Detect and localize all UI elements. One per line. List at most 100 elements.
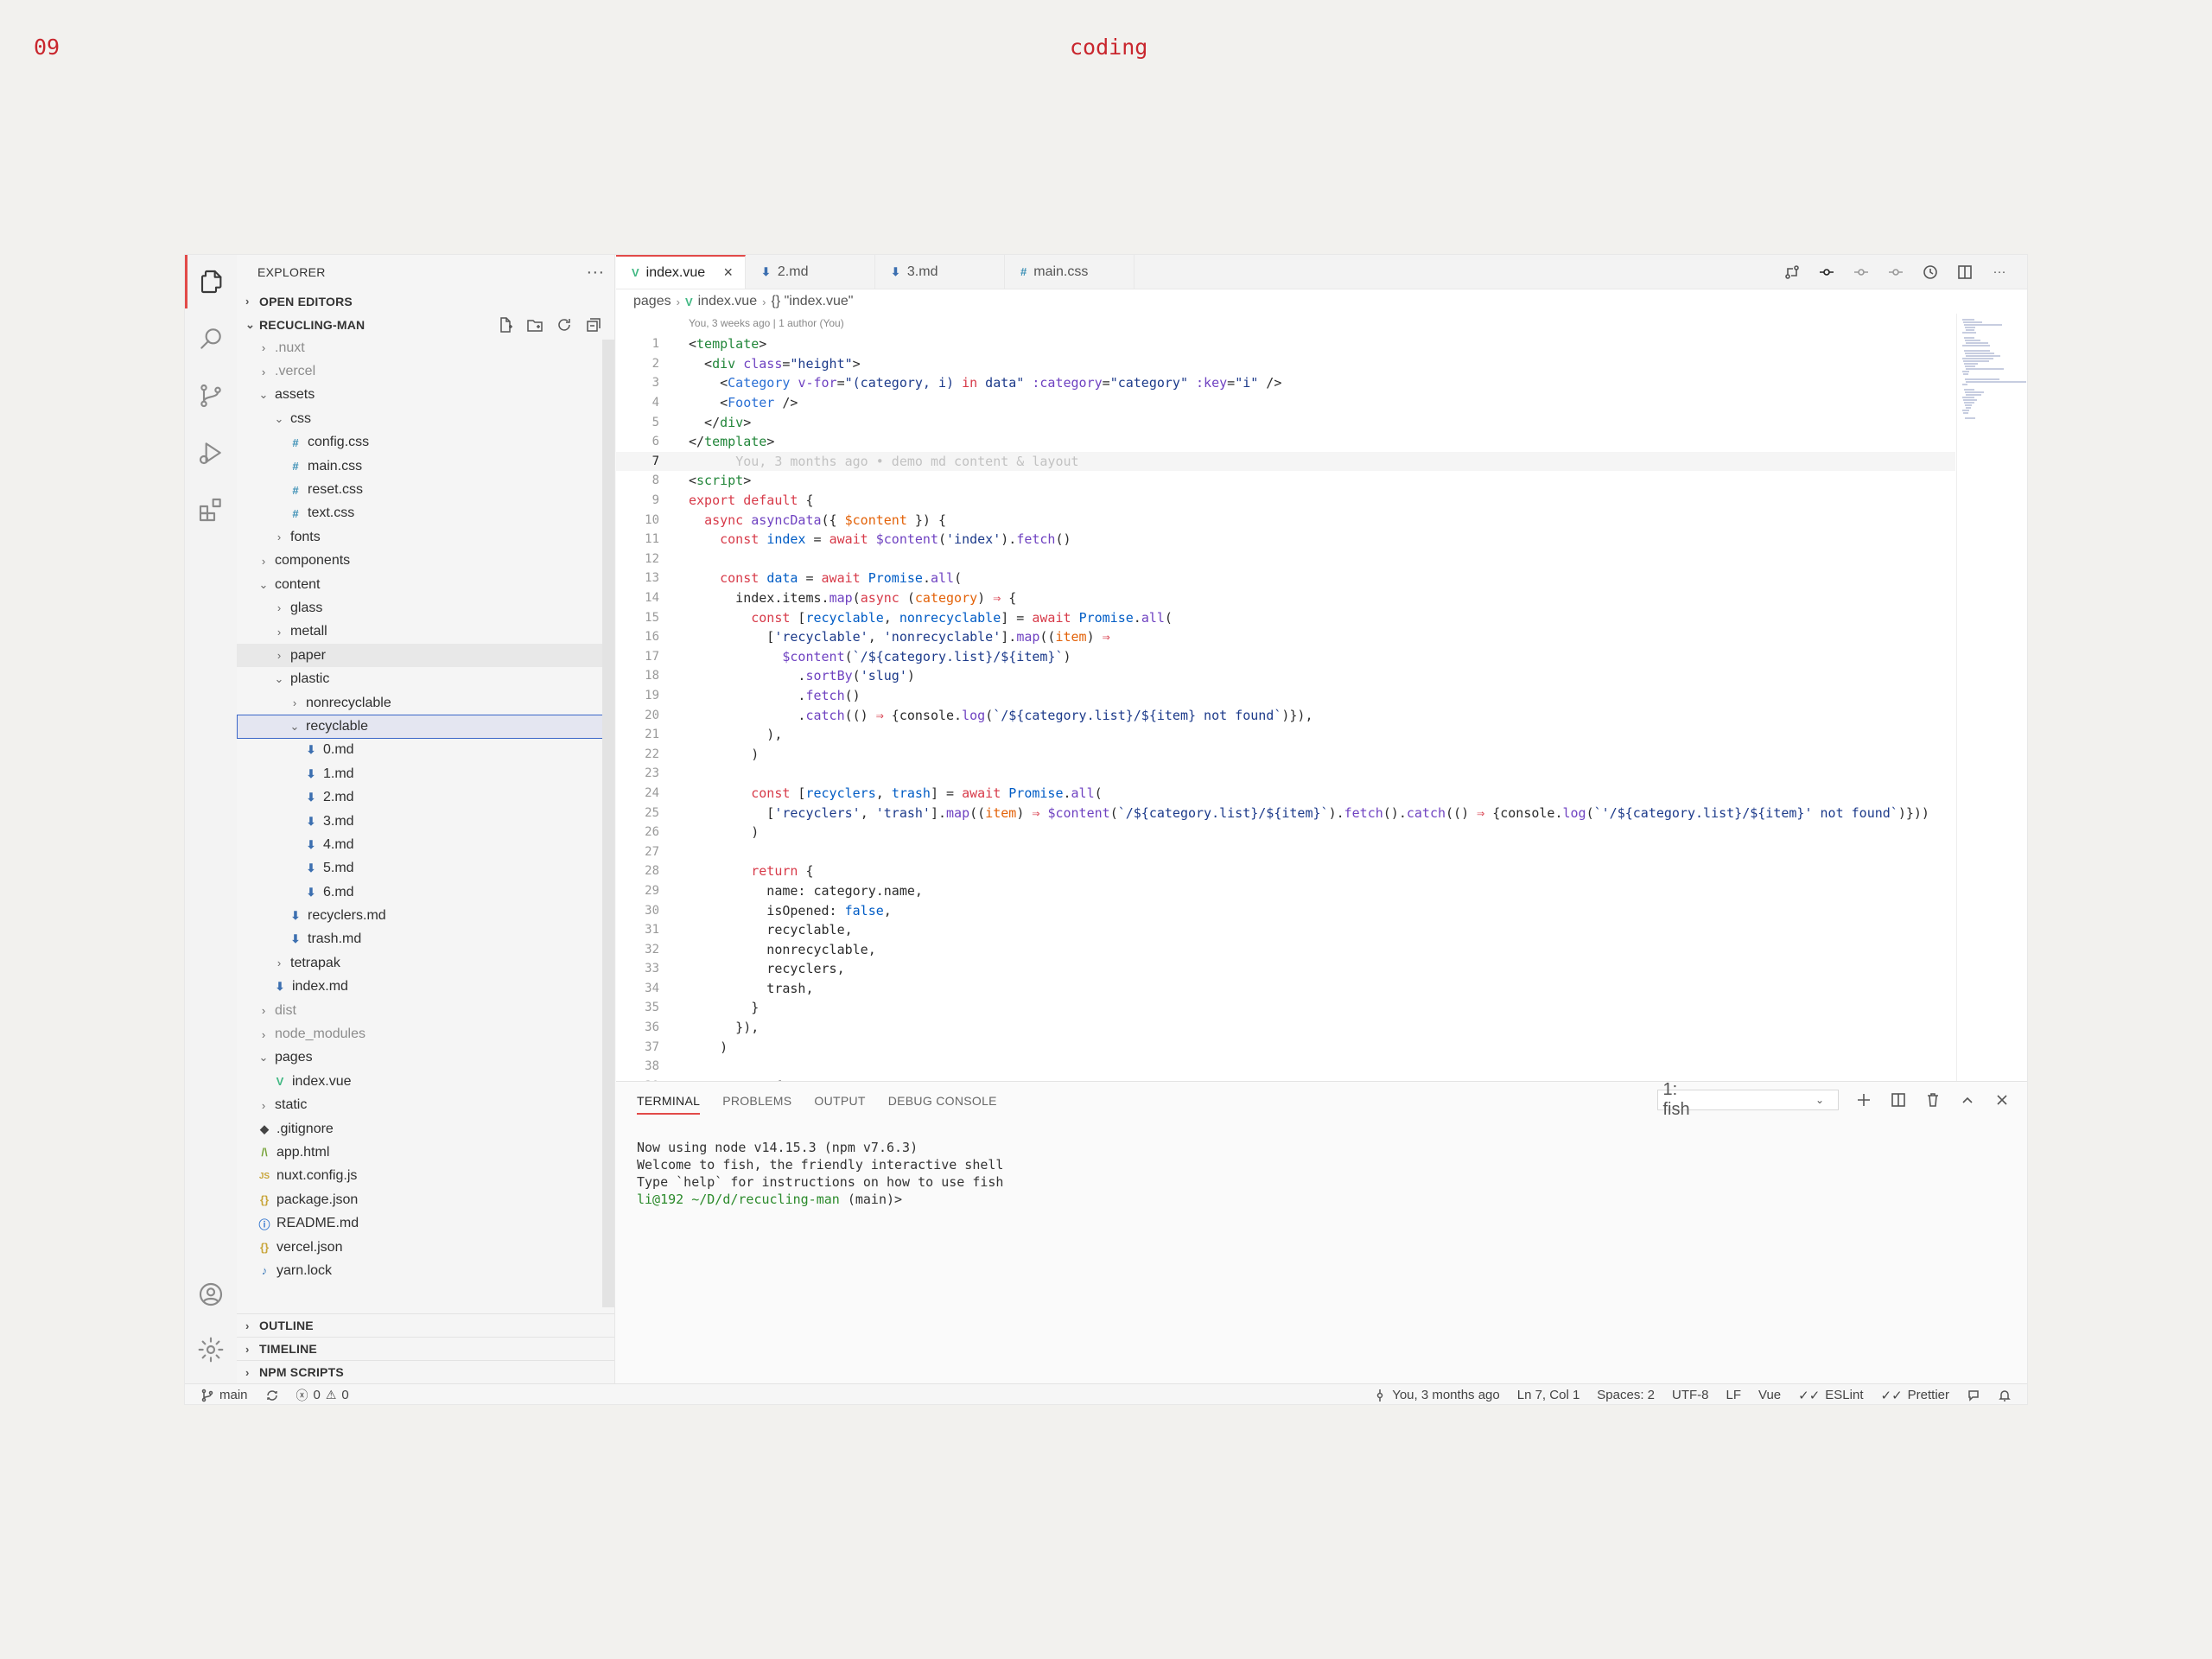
- tree-item[interactable]: ⌄ recyclable: [237, 715, 614, 739]
- tree-item[interactable]: ♪ yarn.lock: [237, 1259, 614, 1282]
- tree-item[interactable]: › tetrapak: [237, 951, 614, 975]
- terminal-select[interactable]: 1: fish ⌄: [1657, 1080, 1839, 1119]
- extensions-icon[interactable]: [185, 483, 237, 537]
- new-folder-icon[interactable]: [526, 316, 543, 334]
- cursor-position[interactable]: Ln 7, Col 1: [1517, 1388, 1580, 1402]
- blame-status[interactable]: You, 3 months ago: [1373, 1388, 1500, 1402]
- tree-item[interactable]: # text.css: [237, 502, 614, 525]
- tree-item[interactable]: ⌄ plastic: [237, 667, 614, 690]
- breadcrumb-pages[interactable]: pages: [633, 294, 671, 309]
- tree-item[interactable]: ⬇ recyclers.md: [237, 904, 614, 927]
- tree-item[interactable]: ⬇ 4.md: [237, 833, 614, 856]
- project-section[interactable]: ⌄ RECUCLING-MAN: [237, 313, 614, 336]
- tree-item[interactable]: # config.css: [237, 431, 614, 454]
- source-control-icon[interactable]: [185, 369, 237, 423]
- eslint-status[interactable]: ✓✓ ESLint: [1798, 1388, 1863, 1403]
- search-icon[interactable]: [185, 312, 237, 365]
- tree-item[interactable]: › fonts: [237, 525, 614, 549]
- branch-status[interactable]: main: [200, 1388, 248, 1402]
- maximize-panel-icon[interactable]: [1958, 1090, 1977, 1109]
- tab-debug-console[interactable]: DEBUG CONSOLE: [888, 1094, 997, 1108]
- open-editors-section[interactable]: › OPEN EDITORS: [237, 289, 614, 313]
- trash-icon[interactable]: [1923, 1090, 1942, 1109]
- tree-item[interactable]: {} vercel.json: [237, 1236, 614, 1259]
- account-icon[interactable]: [185, 1268, 237, 1321]
- prettier-status[interactable]: ✓✓ Prettier: [1881, 1388, 1950, 1403]
- tree-item[interactable]: ◆ .gitignore: [237, 1117, 614, 1141]
- run-debug-icon[interactable]: [185, 426, 237, 480]
- add-terminal-icon[interactable]: [1854, 1090, 1873, 1109]
- breadcrumb-symbol[interactable]: {} "index.vue": [771, 294, 853, 309]
- tree-item[interactable]: ⌄ css: [237, 407, 614, 430]
- tree-item[interactable]: ⓘ README.md: [237, 1211, 614, 1235]
- notifications-bell-icon[interactable]: [1998, 1389, 2012, 1402]
- tree-item[interactable]: /\ app.html: [237, 1141, 614, 1164]
- tree-item[interactable]: ⬇ 6.md: [237, 880, 614, 904]
- sidebar-scrollbar[interactable]: [602, 340, 614, 1307]
- tree-item[interactable]: ⬇ 0.md: [237, 739, 614, 762]
- more-actions-icon[interactable]: ···: [576, 263, 614, 283]
- new-file-icon[interactable]: [497, 316, 514, 334]
- tree-item[interactable]: {} package.json: [237, 1188, 614, 1211]
- tab-problems[interactable]: PROBLEMS: [722, 1094, 791, 1108]
- tree-item[interactable]: › dist: [237, 999, 614, 1022]
- terminal-output[interactable]: Now using node v14.15.3 (npm v7.6.3) Welc…: [616, 1120, 2027, 1208]
- tree-item[interactable]: # main.css: [237, 454, 614, 478]
- tree-item[interactable]: ⬇ 2.md: [237, 785, 614, 809]
- tree-item[interactable]: › components: [237, 550, 614, 573]
- compare-changes-icon[interactable]: [1783, 264, 1801, 281]
- section-outline[interactable]: › OUTLINE: [237, 1313, 614, 1337]
- explorer-icon[interactable]: [185, 255, 237, 308]
- refresh-icon[interactable]: [556, 316, 573, 334]
- feedback-icon[interactable]: [1967, 1389, 1980, 1402]
- problems-status[interactable]: ⓧ 0 ⚠ 0: [296, 1387, 349, 1404]
- tree-item[interactable]: Vindex.vue: [237, 1070, 614, 1093]
- settings-gear-icon[interactable]: [185, 1323, 237, 1376]
- code-area[interactable]: 1 <template> 2 <div class="height"> 3 <Ca…: [616, 334, 1955, 1096]
- section-timeline[interactable]: › TIMELINE: [237, 1337, 614, 1360]
- tree-item[interactable]: ⬇ 3.md: [237, 810, 614, 833]
- split-editor-icon[interactable]: [1956, 264, 1974, 281]
- more-actions-icon[interactable]: ···: [1991, 264, 2008, 281]
- tree-item[interactable]: ⬇ index.md: [237, 976, 614, 999]
- tree-item[interactable]: › .nuxt: [237, 336, 614, 359]
- tab-index-vue[interactable]: V index.vue ×: [616, 255, 746, 289]
- tab-3-md[interactable]: ⬇ 3.md: [875, 255, 1005, 289]
- tree-item[interactable]: ⬇ 5.md: [237, 857, 614, 880]
- tab-2-md[interactable]: ⬇ 2.md: [746, 255, 875, 289]
- previous-revision-icon[interactable]: [1853, 264, 1870, 281]
- sync-icon[interactable]: [265, 1389, 279, 1402]
- tree-item[interactable]: # reset.css: [237, 478, 614, 501]
- tree-item[interactable]: ⌄ content: [237, 573, 614, 596]
- next-revision-icon[interactable]: [1887, 264, 1904, 281]
- tree-item[interactable]: › nonrecyclable: [237, 691, 614, 715]
- end-of-line[interactable]: LF: [1726, 1388, 1742, 1402]
- tab-terminal[interactable]: TERMINAL: [637, 1087, 701, 1115]
- close-panel-icon[interactable]: [1993, 1090, 2012, 1109]
- tree-item[interactable]: › glass: [237, 596, 614, 620]
- encoding[interactable]: UTF-8: [1672, 1388, 1709, 1402]
- tree-item[interactable]: ⬇ trash.md: [237, 928, 614, 951]
- blame-codelens[interactable]: You, 3 weeks ago | 1 author (You): [689, 317, 844, 329]
- tab-output[interactable]: OUTPUT: [814, 1094, 865, 1108]
- close-icon[interactable]: ×: [723, 264, 733, 282]
- tab-main-css[interactable]: # main.css: [1005, 255, 1135, 289]
- tree-item[interactable]: ⌄ assets: [237, 384, 614, 407]
- tree-item[interactable]: JS nuxt.config.js: [237, 1165, 614, 1188]
- tree-item[interactable]: › static: [237, 1094, 614, 1117]
- breadcrumb-file[interactable]: index.vue: [698, 294, 758, 309]
- tree-item[interactable]: ⌄ pages: [237, 1046, 614, 1070]
- git-commit-icon[interactable]: [1818, 264, 1835, 281]
- split-terminal-icon[interactable]: [1889, 1090, 1908, 1109]
- tree-item[interactable]: › metall: [237, 620, 614, 644]
- language-mode[interactable]: Vue: [1758, 1388, 1781, 1402]
- tree-item[interactable]: ⬇ 1.md: [237, 762, 614, 785]
- collapse-all-icon[interactable]: [585, 316, 602, 334]
- timeline-icon[interactable]: [1922, 264, 1939, 281]
- minimap[interactable]: [1956, 314, 2027, 1081]
- section-npm-scripts[interactable]: › NPM SCRIPTS: [237, 1360, 614, 1383]
- tree-item[interactable]: › .vercel: [237, 359, 614, 383]
- tree-item[interactable]: › paper: [237, 644, 614, 668]
- tree-item[interactable]: › node_modules: [237, 1022, 614, 1046]
- indentation[interactable]: Spaces: 2: [1597, 1388, 1655, 1402]
